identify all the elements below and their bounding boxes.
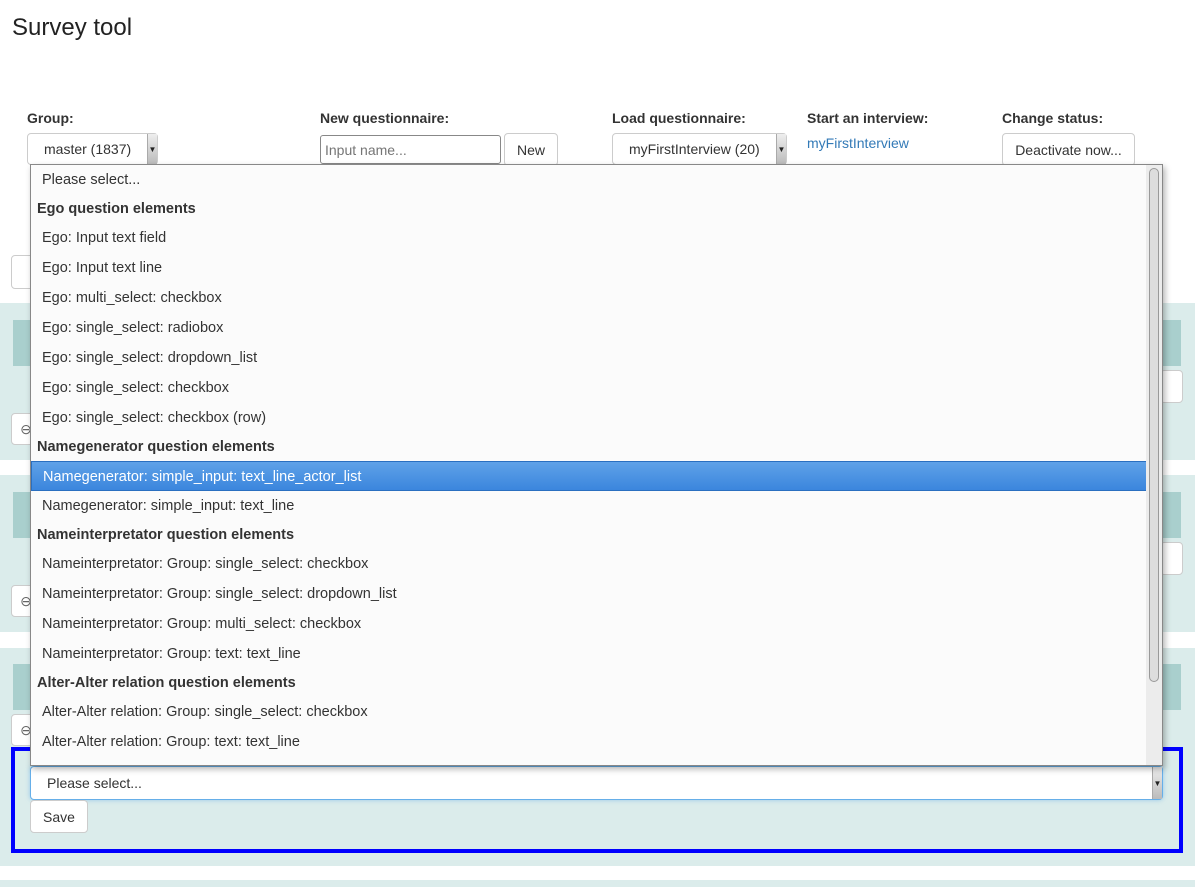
group-label: Group:	[27, 110, 74, 126]
element-type-select[interactable]: Please select... ▼	[30, 766, 1163, 800]
dropdown-option[interactable]: Ego: single_select: checkbox (row)	[31, 403, 1148, 433]
load-questionnaire-label: Load questionnaire:	[612, 110, 746, 126]
new-questionnaire-label: New questionnaire:	[320, 110, 450, 126]
dropdown-option[interactable]: Ego: Input text field	[31, 223, 1148, 253]
dropdown-option[interactable]: Nameinterpretator: Group: multi_select: …	[31, 609, 1148, 639]
question-panel	[0, 880, 1195, 887]
dropdown-option[interactable]: Ego: Input text line	[31, 253, 1148, 283]
questionnaire-name-input[interactable]	[320, 135, 501, 164]
dropdown-option[interactable]: Alter-Alter relation: Group: text: text_…	[31, 727, 1148, 757]
group-value: master (1837)	[44, 141, 132, 157]
new-button[interactable]: New	[504, 133, 558, 166]
trash-button[interactable]	[1160, 542, 1183, 575]
page-title: Survey tool	[12, 14, 133, 41]
save-button[interactable]: Save	[30, 800, 88, 833]
start-interview-label: Start an interview:	[807, 110, 929, 126]
scrollbar-thumb[interactable]	[1149, 168, 1159, 682]
group-select[interactable]: master (1837) ▼	[27, 133, 158, 165]
load-questionnaire-value: myFirstInterview (20)	[629, 141, 760, 157]
scrollbar[interactable]	[1146, 165, 1162, 765]
element-type-dropdown-list[interactable]: Please select... Ego question elements Ego…	[30, 164, 1163, 766]
chevron-down-icon: ▼	[776, 134, 786, 164]
dropdown-option[interactable]: Nameinterpretator: Group: single_select:…	[31, 579, 1148, 609]
dropdown-option[interactable]: Namegenerator: simple_input: text_line	[31, 491, 1148, 521]
dropdown-option[interactable]: Ego: multi_select: checkbox	[31, 283, 1148, 313]
start-interview-link[interactable]: myFirstInterview	[807, 135, 909, 151]
change-status-label: Change status:	[1002, 110, 1104, 126]
dropdown-option[interactable]: Ego: single_select: dropdown_list	[31, 343, 1148, 373]
dropdown-group-label: Nameinterpretator question elements	[37, 527, 295, 543]
dropdown-option[interactable]: Ego: single_select: radiobox	[31, 313, 1148, 343]
deactivate-button[interactable]: Deactivate now...	[1002, 133, 1135, 166]
dropdown-option[interactable]: Ego: single_select: checkbox	[31, 373, 1148, 403]
dropdown-group-label: Namegenerator question elements	[37, 439, 275, 455]
chevron-down-icon: ▼	[1152, 767, 1162, 799]
dropdown-option[interactable]: Nameinterpretator: Group: single_select:…	[31, 549, 1148, 579]
dropdown-option[interactable]: Namegenerator: simple_input: text_line_a…	[31, 461, 1148, 491]
dropdown-group-label: Ego question elements	[37, 201, 196, 217]
trash-button[interactable]	[1160, 370, 1183, 403]
dropdown-group-label: Alter-Alter relation question elements	[37, 675, 296, 691]
dropdown-option[interactable]: Alter-Alter relation: Group: single_sele…	[31, 697, 1148, 727]
dropdown-option[interactable]: Nameinterpretator: Group: text: text_lin…	[31, 639, 1148, 669]
element-type-value: Please select...	[47, 775, 142, 791]
chevron-down-icon: ▼	[147, 134, 157, 164]
dropdown-option[interactable]: Please select...	[31, 165, 1148, 195]
load-questionnaire-select[interactable]: myFirstInterview (20) ▼	[612, 133, 787, 165]
